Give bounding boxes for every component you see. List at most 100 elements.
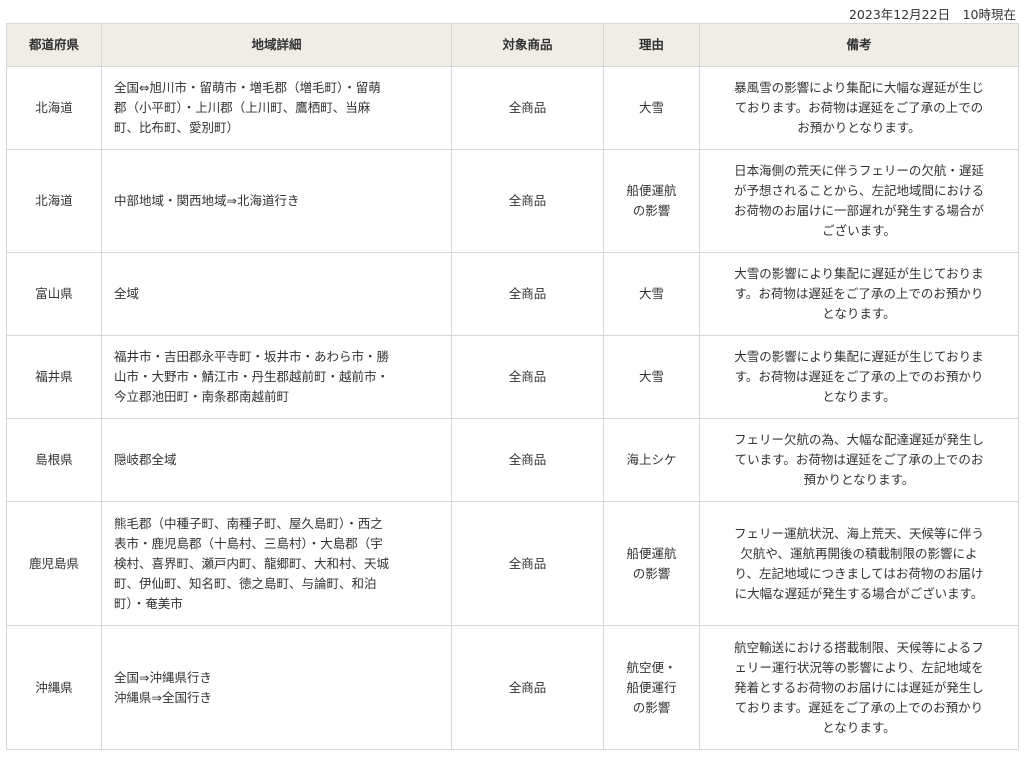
remarks-cell-line: となります。 — [822, 389, 896, 404]
prefecture-cell: 北海道 — [6, 149, 102, 253]
header-reason: 理由 — [603, 23, 700, 67]
area-detail-cell-line: 全国⇔旭川市・留萌市・増毛郡（増毛町）・留萌 — [114, 80, 381, 95]
remarks-cell-line: が予想されることから、左記地域間における — [733, 183, 984, 198]
reason-cell-line: の影響 — [632, 699, 671, 715]
target-product-cell: 全商品 — [451, 149, 604, 253]
area-detail-cell: 中部地域・関西地域⇒北海道行き — [101, 149, 452, 253]
remarks-cell-line: 欠航や、運航再開後の積載制限の影響によ — [740, 545, 978, 561]
reason-cell-line: の影響 — [632, 203, 671, 218]
remarks-cell-line: ェリー運行状況等の影響により、左記地域を — [734, 659, 984, 675]
remarks-cell-line: となります。 — [822, 719, 896, 735]
target-product-cell: 全商品 — [451, 501, 604, 626]
target-product-cell: 全商品 — [451, 66, 604, 150]
table-body: 北海道 全国⇔旭川市・留萌市・増毛郡（増毛町）・留萌 郡（小平町）・上川郡（上川町、… — [6, 66, 1019, 750]
table-row: 北海道 中部地域・関西地域⇒北海道行き 全商品 船便運航 の影響 日本海側の荒天に伴うフェ… — [6, 149, 1019, 253]
header-prefecture: 都道府県 — [6, 23, 102, 67]
reason-cell-line: 海上シケ — [626, 452, 677, 467]
target-product-cell: 全商品 — [451, 335, 604, 419]
area-detail-cell-line: 隠岐郡全域 — [114, 452, 177, 467]
prefecture-cell: 島根県 — [6, 418, 102, 502]
area-detail-cell-line: 検村、喜界町、瀬戸内町、龍郷町、大和村、天城 — [114, 555, 390, 571]
remarks-cell: 航空輸送における搭載制限、天候等によるフ ェリー運行状況等の影響により、左記地域を… — [699, 625, 1019, 750]
remarks-cell-line: 大雪の影響により集配に遅延が生じておりま — [734, 266, 984, 281]
table-row: 沖縄県 全国⇒沖縄県行き 沖縄県⇒全国行き 全商品 航空便・船便運行の影響 航空輸送におけ… — [6, 625, 1019, 750]
delay-status-table: 都道府県 地域詳細 対象商品 理由 備考 北海道 全国⇔旭川市・留萌市・増毛郡（増… — [6, 23, 1019, 750]
reason-cell: 大雪 — [603, 335, 700, 419]
area-detail-cell: 熊毛郡（中種子町、南種子町、屋久島町）・西之 表市・鹿児島郡（十島村、三島村）・大… — [101, 501, 452, 626]
table-row: 福井県 福井市・吉田郡永平寺町・坂井市・あわら市・勝 山市・大野市・鯖江市・丹生郡越… — [6, 335, 1019, 419]
remarks-cell-line: 預かりとなります。 — [803, 472, 915, 487]
area-detail-cell-line: 町、伊仙町、知名町、徳之島町、与論町、和泊 — [114, 575, 377, 591]
remarks-cell-line: となります。 — [822, 306, 896, 321]
prefecture-cell: 富山県 — [6, 252, 102, 336]
prefecture-cell: 沖縄県 — [6, 625, 102, 750]
remarks-cell-line: す。お荷物は遅延をご了承の上でのお預かり — [734, 286, 984, 301]
area-detail-cell: 全国⇒沖縄県行き 沖縄県⇒全国行き — [101, 625, 452, 750]
remarks-cell-line: す。お荷物は遅延をご了承の上でのお預かり — [734, 369, 984, 384]
area-detail-cell: 全国⇔旭川市・留萌市・増毛郡（増毛町）・留萌 郡（小平町）・上川郡（上川町、鷹栖町… — [101, 66, 452, 150]
remarks-cell: 大雪の影響により集配に遅延が生じておりま す。お荷物は遅延をご了承の上でのお預かり… — [699, 252, 1019, 336]
reason-cell-line: 船便運航 — [626, 183, 677, 198]
remarks-cell-line: に大幅な遅延が発生する場合がございます。 — [734, 585, 984, 601]
remarks-cell-line: 大雪の影響により集配に遅延が生じておりま — [734, 349, 984, 364]
remarks-cell: フェリー運航状況、海上荒天、天候等に伴う 欠航や、運航再開後の積載制限の影響により… — [699, 501, 1019, 626]
remarks-cell-line: 発着とするお荷物のお届けには遅延が発生し — [734, 679, 984, 695]
prefecture-cell: 福井県 — [6, 335, 102, 419]
remarks-cell: 暴風雪の影響により集配に大幅な遅延が生じ ております。お荷物は遅延をご了承の上での… — [699, 66, 1019, 150]
reason-cell-line: 船便運航 — [626, 545, 677, 561]
header-area-detail: 地域詳細 — [101, 23, 452, 67]
remarks-cell-line: 暴風雪の影響により集配に大幅な遅延が生じ — [734, 80, 984, 95]
table-header: 都道府県 地域詳細 対象商品 理由 備考 — [6, 23, 1019, 67]
remarks-cell-line: ております。遅延をご了承の上でのお預かり — [734, 699, 984, 715]
target-product-cell: 全商品 — [451, 252, 604, 336]
table-row: 島根県 隠岐郡全域 全商品 海上シケ フェリー欠航の為、大幅な配達遅延が発生し ています。… — [6, 418, 1019, 502]
remarks-cell-line: フェリー欠航の為、大幅な配達遅延が発生し — [733, 432, 984, 447]
remarks-cell: 大雪の影響により集配に遅延が生じておりま す。お荷物は遅延をご了承の上でのお預かり… — [699, 335, 1019, 419]
area-detail-cell: 隠岐郡全域 — [101, 418, 452, 502]
area-detail-cell-line: 全域 — [114, 286, 140, 301]
reason-cell-line: 船便運行 — [626, 679, 677, 695]
remarks-cell-line: 日本海側の荒天に伴うフェリーの欠航・遅延 — [734, 163, 984, 178]
area-detail-cell-line: 町）・奄美市 — [114, 595, 183, 611]
table-row: 鹿児島県 熊毛郡（中種子町、南種子町、屋久島町）・西之 表市・鹿児島郡（十島村、三島… — [6, 501, 1019, 626]
remarks-cell-line: り、左記地域につきましてはお荷物のお届け — [734, 565, 984, 581]
timestamp: 2023年12月22日 10時現在 — [848, 7, 1016, 22]
area-detail-cell-line: 熊毛郡（中種子町、南種子町、屋久島町）・西之 — [114, 515, 383, 531]
header-remarks: 備考 — [699, 23, 1019, 67]
table-row: 北海道 全国⇔旭川市・留萌市・増毛郡（増毛町）・留萌 郡（小平町）・上川郡（上川町、… — [6, 66, 1019, 150]
area-detail-cell-line: 表市・鹿児島郡（十島村、三島村）・大島郡（宇 — [114, 535, 383, 551]
remarks-cell-line: ございます。 — [822, 223, 896, 238]
area-detail-cell-line: 郡（小平町）・上川郡（上川町、鷹栖町、当麻 — [114, 100, 371, 115]
header-row: 都道府県 地域詳細 対象商品 理由 備考 — [6, 23, 1019, 67]
remarks-cell: フェリー欠航の為、大幅な配達遅延が発生し ています。お荷物は遅延をご了承の上でのお… — [699, 418, 1019, 502]
area-detail-cell-line: 沖縄県⇒全国行き — [114, 689, 212, 705]
remarks-cell-line: 航空輸送における搭載制限、天候等によるフ — [734, 639, 984, 655]
reason-cell: 海上シケ — [603, 418, 700, 502]
remarks-cell-line: フェリー運航状況、海上荒天、天候等に伴う — [733, 525, 984, 541]
remarks-cell-line: お荷物のお届けに一部遅れが発生する場合が — [733, 203, 984, 218]
prefecture-cell: 鹿児島県 — [6, 501, 102, 626]
area-detail-cell-line: 山市・大野市・鯖江市・丹生郡越前町・越前市・ — [114, 369, 390, 384]
reason-cell-line: の影響 — [632, 565, 671, 581]
reason-cell: 船便運航 の影響 — [603, 501, 700, 626]
page: 2023年12月22日 10時現在 都道府県 地域詳細 対象商品 理由 備考 北… — [0, 0, 1024, 758]
prefecture-cell: 北海道 — [6, 66, 102, 150]
remarks-cell: 日本海側の荒天に伴うフェリーの欠航・遅延 が予想されることから、左記地域間における… — [699, 149, 1019, 253]
reason-cell: 船便運航 の影響 — [603, 149, 700, 253]
area-detail-cell-line: 町、比布町、愛別町） — [114, 120, 240, 135]
area-detail-cell: 福井市・吉田郡永平寺町・坂井市・あわら市・勝 山市・大野市・鯖江市・丹生郡越前町・… — [101, 335, 452, 419]
reason-cell-line: 航空便・ — [626, 659, 677, 675]
area-detail-cell-line: 今立郡池田町・南条郡南越前町 — [114, 389, 290, 404]
reason-cell: 大雪 — [603, 66, 700, 150]
reason-cell: 大雪 — [603, 252, 700, 336]
reason-cell-line: 大雪 — [638, 286, 664, 301]
target-product-cell: 全商品 — [451, 418, 604, 502]
area-detail-cell-line: 福井市・吉田郡永平寺町・坂井市・あわら市・勝 — [114, 349, 390, 364]
header-target-product: 対象商品 — [451, 23, 604, 67]
table-row: 富山県 全域 全商品 大雪 大雪の影響により集配に遅延が生じておりま す。お荷物は遅延をご… — [6, 252, 1019, 336]
target-product-cell: 全商品 — [451, 625, 604, 750]
remarks-cell-line: ております。お荷物は遅延をご了承の上での — [734, 100, 984, 115]
area-detail-cell: 全域 — [101, 252, 452, 336]
remarks-cell-line: ています。お荷物は遅延をご了承の上でのお — [734, 452, 984, 467]
reason-cell-line: 大雪 — [638, 100, 664, 115]
